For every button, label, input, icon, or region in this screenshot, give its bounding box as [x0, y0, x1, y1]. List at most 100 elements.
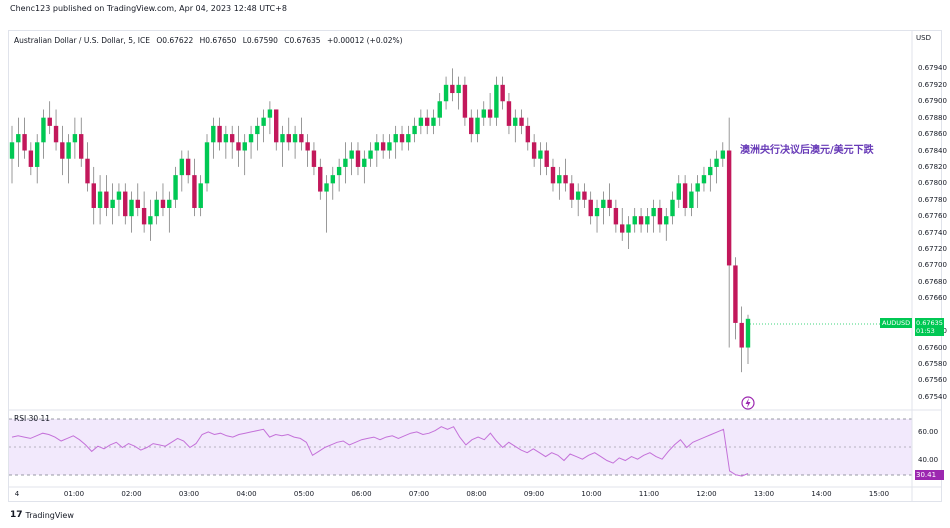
- candle-down: [22, 134, 27, 151]
- price-tick-label: 0.67660: [918, 294, 947, 303]
- candle-up: [601, 199, 606, 208]
- candle-up: [412, 125, 417, 135]
- candle-up: [16, 134, 21, 143]
- candle-up: [513, 117, 518, 126]
- price-tick-label: 0.67880: [918, 113, 947, 122]
- candle-down: [185, 158, 191, 176]
- candle-down: [733, 265, 738, 323]
- candle-up: [211, 125, 216, 143]
- candle-up: [437, 101, 442, 118]
- candle-up: [695, 183, 700, 192]
- price-tick-label: 0.67820: [918, 162, 947, 171]
- high-value: H0.67650: [199, 36, 237, 45]
- close-value: C0.67635: [284, 36, 321, 45]
- candle-up: [664, 216, 669, 225]
- candle-up: [708, 166, 713, 176]
- rsi-level-40: 40.00: [918, 456, 939, 464]
- symbol-name[interactable]: Australian Dollar / U.S. Dollar, 5, ICE: [14, 36, 150, 45]
- footer-brand[interactable]: 17 TradingView: [10, 510, 74, 520]
- time-tick-label: 01:00: [63, 490, 85, 498]
- time-tick-label: 12:00: [696, 490, 717, 498]
- time-tick-label: 4: [14, 490, 20, 498]
- candle-down: [141, 207, 147, 225]
- lightning-circle-icon[interactable]: [741, 396, 755, 410]
- candle-up: [9, 142, 15, 159]
- candle-up: [538, 150, 543, 159]
- price-tick-label: 0.67700: [918, 261, 947, 270]
- candle-up: [97, 191, 103, 208]
- candle-up: [110, 199, 115, 208]
- candle-down: [135, 199, 141, 208]
- price-tick-label: 0.67600: [918, 343, 947, 352]
- candle-down: [487, 109, 493, 118]
- candle-down: [607, 199, 612, 208]
- candle-up: [349, 150, 354, 159]
- candle-down: [588, 199, 593, 217]
- candle-up: [167, 199, 172, 208]
- candle-up: [66, 142, 71, 159]
- rsi-legend[interactable]: RSI 30 11: [14, 414, 50, 423]
- candle-down: [318, 166, 323, 192]
- candle-down: [311, 150, 317, 167]
- time-tick-label: 14:00: [811, 490, 832, 498]
- candle-up: [154, 199, 159, 217]
- candle-up: [594, 207, 600, 217]
- candle-up: [292, 134, 298, 143]
- candle-down: [47, 117, 52, 126]
- price-chart[interactable]: [0, 0, 950, 528]
- candle-down: [469, 117, 474, 135]
- candle-down: [85, 158, 90, 184]
- candle-down: [380, 142, 386, 151]
- candle-up: [575, 191, 581, 200]
- candle-up: [242, 142, 247, 151]
- candle-up: [255, 125, 260, 135]
- time-tick-label: 11:00: [638, 490, 660, 498]
- candle-down: [424, 117, 430, 126]
- time-tick-label: 05:00: [293, 490, 315, 498]
- candle-up: [148, 216, 153, 225]
- candle-down: [355, 150, 361, 167]
- price-tick-label: 0.67860: [918, 130, 947, 139]
- rsi-level-60: 60.00: [918, 428, 939, 436]
- candle-down: [305, 142, 310, 151]
- price-tick-label: 0.67800: [918, 179, 947, 188]
- candle-down: [613, 207, 619, 225]
- candle-down: [619, 224, 625, 233]
- candle-down: [60, 142, 65, 159]
- price-tick-label: 0.67940: [918, 64, 947, 73]
- candle-down: [519, 117, 524, 126]
- candle-up: [179, 158, 185, 176]
- candle-up: [116, 191, 122, 200]
- candle-up: [626, 224, 631, 233]
- candle-down: [500, 84, 505, 102]
- candle-up: [443, 84, 449, 102]
- candle-up: [198, 183, 203, 208]
- candle-up: [223, 134, 229, 143]
- candle-up: [280, 134, 285, 143]
- price-tick-label: 0.67580: [918, 359, 947, 368]
- candle-up: [406, 134, 411, 143]
- candle-down: [53, 125, 59, 143]
- ticker-badge: AUDUSD: [880, 318, 913, 328]
- candle-up: [670, 199, 675, 217]
- candle-up: [362, 158, 367, 167]
- candle-up: [557, 175, 562, 184]
- candle-up: [431, 117, 436, 126]
- candle-up: [387, 142, 392, 151]
- time-tick-label: 13:00: [753, 490, 775, 498]
- candle-down: [399, 134, 405, 143]
- candle-up: [456, 84, 461, 94]
- candle-down: [450, 84, 455, 94]
- time-tick-label: 15:00: [868, 490, 890, 498]
- candle-down: [123, 191, 128, 217]
- candle-up: [418, 117, 424, 126]
- currency-label[interactable]: USD: [916, 34, 931, 42]
- candle-up: [41, 117, 46, 143]
- price-tick-label: 0.67780: [918, 195, 947, 204]
- candle-up: [336, 166, 342, 176]
- chart-annotation[interactable]: 澳洲央行决议后澳元/美元下跌: [740, 141, 874, 156]
- low-value: L0.67590: [242, 36, 278, 45]
- candle-down: [531, 142, 537, 159]
- candle-down: [638, 216, 644, 225]
- time-tick-label: 02:00: [121, 490, 142, 498]
